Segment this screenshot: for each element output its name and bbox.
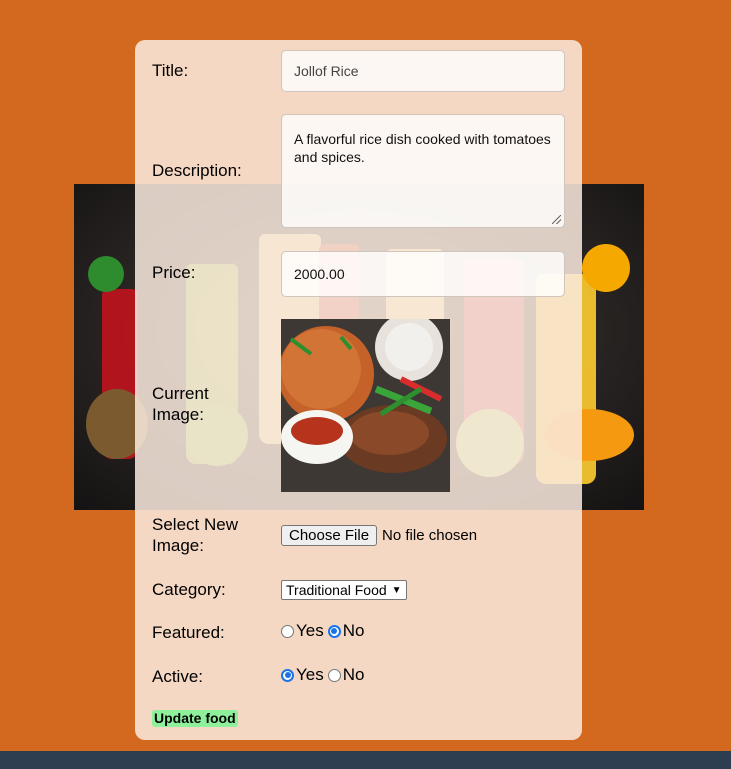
update-food-button[interactable]: Update food bbox=[152, 710, 238, 727]
select-new-image-label: Select New Image: bbox=[152, 515, 238, 555]
title-input[interactable]: Jollof Rice bbox=[281, 50, 565, 92]
featured-radio-group: Yes No bbox=[281, 621, 364, 641]
category-select[interactable]: Traditional Food ▼ bbox=[281, 580, 407, 600]
description-text: A flavorful rice dish cooked with tomato… bbox=[294, 131, 551, 165]
active-no-radio[interactable] bbox=[327, 668, 341, 682]
featured-yes-radio[interactable] bbox=[281, 624, 294, 638]
active-no-label[interactable]: No bbox=[343, 665, 365, 685]
title-label: Title: bbox=[152, 61, 189, 80]
featured-yes-label[interactable]: Yes bbox=[296, 621, 324, 641]
price-input[interactable]: 2000.00 bbox=[281, 251, 565, 297]
active-yes-radio[interactable] bbox=[281, 668, 294, 682]
description-textarea[interactable]: A flavorful rice dish cooked with tomato… bbox=[281, 114, 565, 228]
current-food-image bbox=[281, 319, 450, 492]
choose-file-button[interactable]: Choose File bbox=[281, 525, 378, 546]
update-food-form: Title: Jollof Rice Description: A flavor… bbox=[135, 40, 582, 740]
active-radio-group: Yes No bbox=[281, 665, 364, 685]
featured-no-radio[interactable] bbox=[327, 624, 341, 638]
featured-no-label[interactable]: No bbox=[343, 621, 365, 641]
featured-label: Featured: bbox=[152, 623, 225, 642]
description-label: Description: bbox=[152, 161, 242, 180]
category-selected-value: Traditional Food bbox=[286, 582, 387, 598]
current-image-label: Current Image: bbox=[152, 384, 209, 424]
price-label: Price: bbox=[152, 263, 196, 282]
page-footer bbox=[0, 751, 731, 769]
chevron-down-icon: ▼ bbox=[391, 584, 402, 596]
resize-grip-icon[interactable] bbox=[552, 215, 561, 224]
file-status-text: No file chosen bbox=[382, 527, 478, 544]
category-label: Category: bbox=[152, 580, 226, 599]
active-label: Active: bbox=[152, 667, 204, 686]
image-file-input[interactable]: Choose File No file chosen bbox=[281, 525, 477, 546]
active-yes-label[interactable]: Yes bbox=[296, 665, 324, 685]
